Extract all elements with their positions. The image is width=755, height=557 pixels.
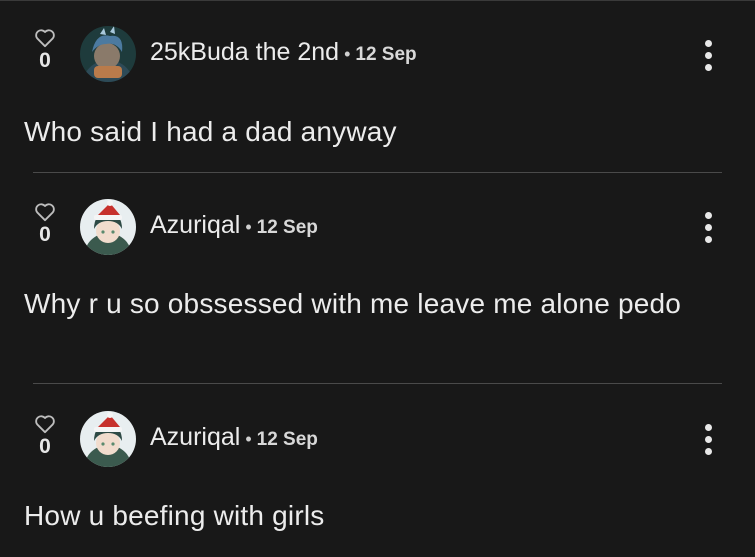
avatar[interactable] <box>80 26 136 82</box>
separator-dot: • <box>344 44 351 64</box>
top-divider <box>0 0 755 1</box>
heart-outline-icon[interactable] <box>34 28 56 48</box>
more-vertical-icon[interactable] <box>703 40 713 74</box>
like-count: 0 <box>39 435 51 458</box>
username[interactable]: 25kBuda the 2nd <box>150 38 339 67</box>
like-button[interactable]: 0 <box>33 414 57 458</box>
like-count: 0 <box>39 223 51 246</box>
separator-dot: • <box>245 217 252 237</box>
more-vertical-icon[interactable] <box>703 424 713 458</box>
comment-header: 25kBuda the 2nd • 12 Sep <box>150 38 417 72</box>
comment-header: Azuriqal • 12 Sep <box>150 211 318 245</box>
avatar[interactable] <box>80 411 136 467</box>
separator-dot: • <box>245 429 252 449</box>
comment-thread: 0 25kBuda the 2nd • 12 Sep Who said I ha… <box>0 0 755 557</box>
heart-outline-icon[interactable] <box>34 202 56 222</box>
username[interactable]: Azuriqal <box>150 211 240 240</box>
comment-divider <box>33 172 722 173</box>
like-count: 0 <box>39 49 51 72</box>
like-button[interactable]: 0 <box>33 28 57 72</box>
comment-text: How u beefing with girls <box>24 500 325 531</box>
like-button[interactable]: 0 <box>33 202 57 246</box>
comment-date: 12 Sep <box>355 44 417 65</box>
heart-outline-icon[interactable] <box>34 414 56 434</box>
comment-divider <box>33 383 722 384</box>
comment-header: Azuriqal • 12 Sep <box>150 423 318 457</box>
comment-date: 12 Sep <box>256 429 318 450</box>
username[interactable]: Azuriqal <box>150 423 240 452</box>
more-vertical-icon[interactable] <box>703 212 713 246</box>
comment-text: Why r u so obssessed with me leave me al… <box>24 288 682 319</box>
avatar[interactable] <box>80 199 136 255</box>
comment-date: 12 Sep <box>256 217 318 238</box>
comment-text: Who said I had a dad anyway <box>24 116 397 147</box>
